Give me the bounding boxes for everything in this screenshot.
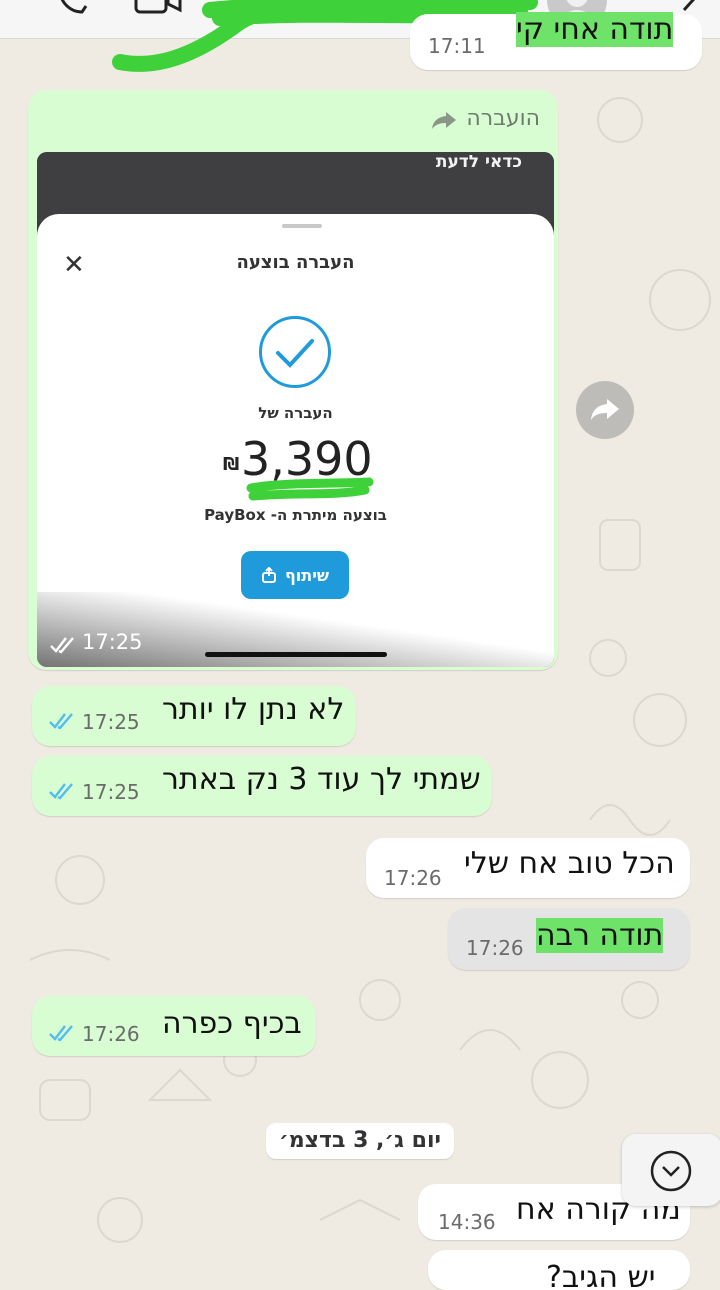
- message-bubble-incoming[interactable]: שמתי לך עוד 3 נק באתר 17:25: [32, 756, 492, 816]
- share-icon: [261, 567, 276, 583]
- media-time: 17:25: [82, 630, 143, 654]
- home-indicator: [205, 652, 387, 657]
- message-bubble-outgoing[interactable]: תודה אחי קי 17:11: [410, 12, 702, 70]
- message-time: 17:26: [384, 866, 442, 890]
- share-label: שיתוף: [284, 565, 330, 585]
- message-time: 17:25: [82, 780, 140, 804]
- message-text: הכל טוב אח שלי: [464, 846, 675, 881]
- message-bubble-outgoing[interactable]: יש הגיב?: [428, 1250, 690, 1290]
- message-time: 14:36: [438, 1210, 496, 1234]
- message-text: בכיף כפרה: [162, 1006, 302, 1041]
- forward-button[interactable]: [576, 381, 634, 439]
- message-bubble-incoming[interactable]: בכיף כפרה 17:26: [32, 996, 316, 1056]
- currency-symbol: ₪: [223, 454, 240, 475]
- message-time: 17:26: [466, 936, 524, 960]
- message-text: יש הגיב?: [546, 1260, 656, 1290]
- message-text: לא נתן לו יותר: [162, 692, 345, 727]
- media-top-text: כדאי לדעת: [435, 152, 522, 172]
- message-time: 17:11: [428, 34, 486, 58]
- message-time: 17:26: [82, 1022, 140, 1046]
- paybox-screenshot[interactable]: כדאי לדעת העברה בוצעה ✕ העברה של ₪ 3,390…: [37, 152, 554, 667]
- scroll-to-bottom-button[interactable]: [622, 1134, 720, 1206]
- media-top-area: כדאי לדעת: [37, 152, 554, 222]
- date-separator: יום ג׳, 3 בדצמ׳: [266, 1123, 454, 1159]
- forwarded-label: הועברה: [466, 106, 540, 131]
- read-ticks-icon: [49, 783, 73, 800]
- message-bubble-outgoing[interactable]: תודה רבה 17:26: [448, 908, 690, 970]
- message-bubble-incoming[interactable]: לא נתן לו יותר 17:25: [32, 686, 356, 746]
- chevron-down-icon: [650, 1150, 692, 1192]
- message-text: שמתי לך עוד 3 נק באתר: [162, 762, 481, 797]
- transfer-of-label: העברה של: [258, 404, 333, 422]
- read-ticks-icon: [50, 637, 74, 654]
- phone-icon[interactable]: [52, 0, 92, 20]
- message-text: תודה אחי קי: [516, 12, 674, 47]
- forwarded-arrow-icon: [432, 112, 456, 129]
- message-bubble-outgoing[interactable]: הכל טוב אח שלי 17:26: [366, 838, 690, 898]
- read-ticks-icon: [49, 713, 73, 730]
- message-time: 17:25: [82, 710, 140, 734]
- forward-arrow-icon: [591, 399, 619, 420]
- message-text: תודה רבה: [536, 918, 664, 953]
- sheet-title: העברה בוצעה: [236, 252, 355, 273]
- sheet-handle: [282, 224, 322, 228]
- close-icon: ✕: [63, 250, 85, 280]
- paybox-via-label: בוצעה מיתרת ה- PayBox: [204, 506, 387, 524]
- read-ticks-icon: [49, 1025, 73, 1042]
- amount-redaction: [246, 477, 374, 501]
- check-circle-icon: [259, 316, 331, 388]
